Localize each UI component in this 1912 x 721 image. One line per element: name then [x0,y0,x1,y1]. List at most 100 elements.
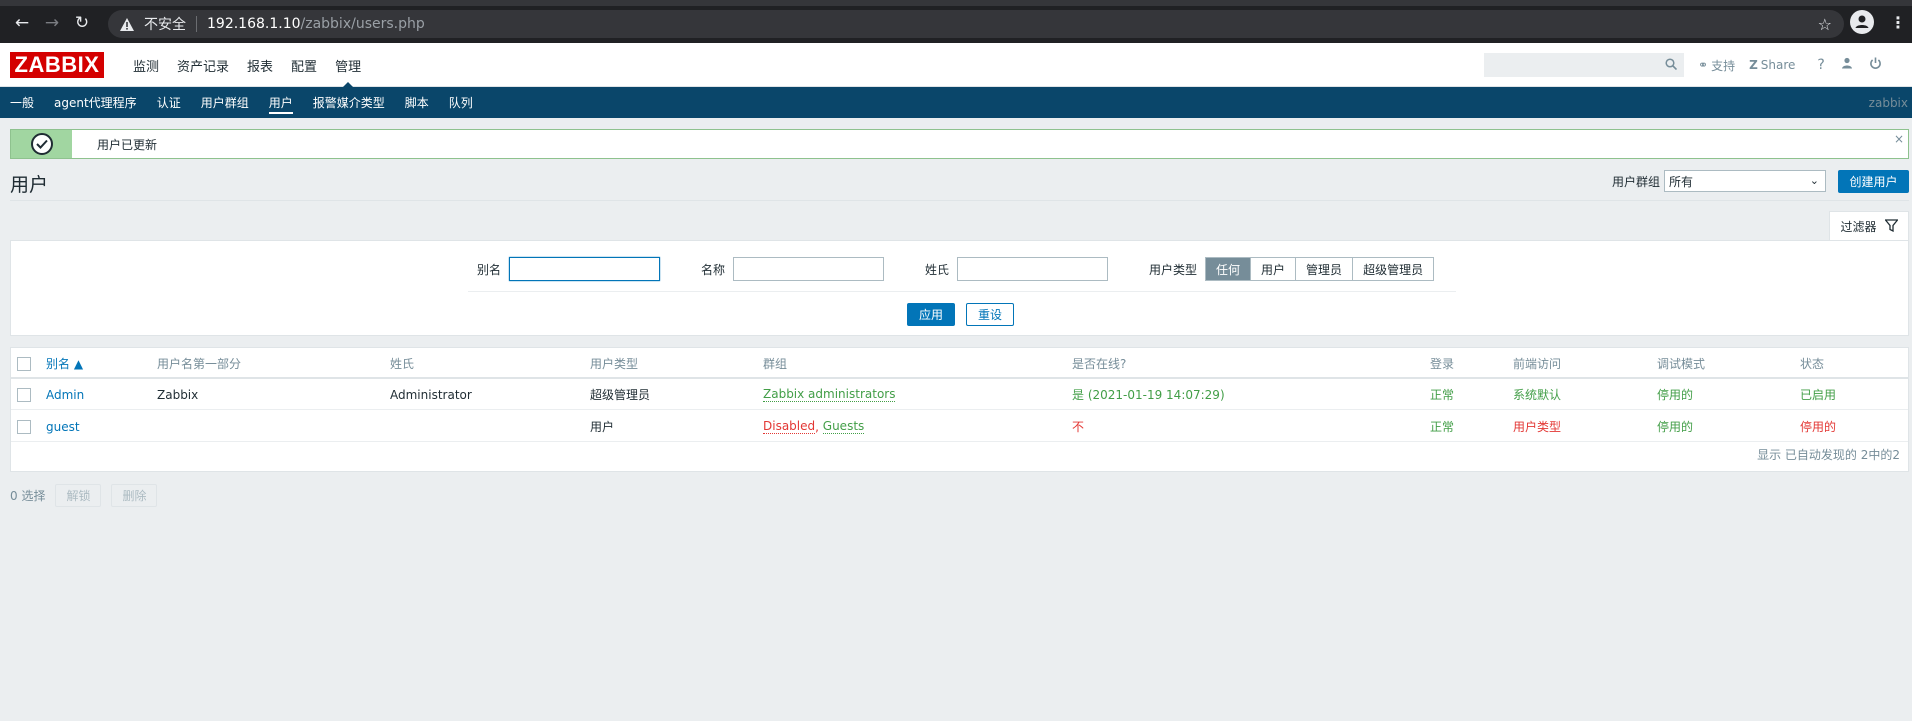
surname-input[interactable] [957,257,1109,281]
close-icon[interactable]: × [1894,132,1904,146]
profile-icon[interactable] [1850,10,1874,34]
user-type-super-admin[interactable]: 超级管理员 [1352,258,1434,280]
forward-icon[interactable]: → [38,9,66,37]
debug-mode[interactable]: 停用的 [1657,411,1693,442]
login-status: 正常 [1430,420,1455,434]
delete-button[interactable]: 删除 [111,484,158,507]
group-link: Zabbix administrators [763,379,896,410]
support-link[interactable]: ⚭ 支持 [1698,57,1735,74]
divider [10,200,1909,201]
address-bar[interactable]: 不安全 192.168.1.10/zabbix/users.php ☆ [108,10,1844,38]
back-icon[interactable]: ← [8,9,36,37]
security-label: 不安全 [144,17,186,33]
subnav-user-groups[interactable]: 用户群组 [191,87,259,118]
filter-tab[interactable]: 过滤器 [1829,211,1909,241]
user-name: Zabbix [157,387,199,402]
subnav-users[interactable]: 用户 [259,87,303,118]
online-status: 不 [1072,420,1085,434]
share-link[interactable]: Z Share [1749,58,1795,72]
row-select-cell [17,379,31,410]
user-group-label: 用户群组 [1612,174,1661,189]
group-link[interactable]: Disabled [763,419,816,434]
browser-toolbar: ← → ↻ 不安全 192.168.1.10/zabbix/users.php … [0,8,1912,38]
table-header: 别名 ▲ 用户名第一部分 姓氏 用户类型 群组 是否在线? 登录 前端访问 调试… [11,348,1908,379]
apply-button[interactable]: 应用 [907,303,955,326]
col-name[interactable]: 用户名第一部分 [157,348,241,379]
page-title: 用户 [10,174,49,196]
name-label: 名称 [701,262,726,277]
unblock-button[interactable]: 解锁 [55,484,102,507]
browser-right-controls: ⋮ [1850,10,1912,34]
col-status: 状态 [1800,357,1825,371]
support-label: 支持 [1711,58,1736,73]
divider [468,291,1456,292]
col-surname[interactable]: 姓氏 [390,348,414,379]
col-debug: 调试模式 [1657,357,1706,371]
user-type-any[interactable]: 任何 [1206,258,1251,280]
message-text: 用户已更新 [97,137,158,152]
create-user-button[interactable]: 创建用户 [1838,170,1909,193]
user-group-filter: 用户群组 所有 ⌄ [1612,170,1827,192]
user-type-label: 用户类型 [1149,262,1198,277]
menu-configuration[interactable]: 配置 [282,43,326,87]
subnav-queue[interactable]: 队列 [439,87,483,118]
warning-icon [120,17,136,31]
browser-menu-icon[interactable]: ⋮ [1888,13,1908,32]
menu-reports[interactable]: 报表 [238,43,282,87]
reload-icon[interactable]: ↻ [68,9,96,37]
users-table: 别名 ▲ 用户名第一部分 姓氏 用户类型 群组 是否在线? 登录 前端访问 调试… [10,347,1909,472]
surname-filter: 姓氏 [925,257,1109,281]
table-row: Admin Zabbix Administrator 超级管理员 Zabbix … [11,379,1908,410]
user-type: 用户 [590,420,615,434]
user-status[interactable]: 停用的 [1800,411,1836,442]
zabbix-logo[interactable]: ZABBIX [10,52,104,78]
menu-inventory[interactable]: 资产记录 [168,43,238,87]
col-groups: 群组 [763,357,788,371]
row-checkbox[interactable] [17,419,31,434]
online-status: 是 (2021-01-19 14:07:29) [1072,388,1225,402]
subnav-general[interactable]: 一般 [0,87,44,118]
help-icon[interactable]: ? [1817,57,1824,73]
row-checkbox[interactable] [17,387,31,402]
name-filter: 名称 [701,257,885,281]
user-group-select[interactable]: 所有 ⌄ [1664,170,1827,192]
subnav-scripts[interactable]: 脚本 [395,87,439,118]
menu-monitoring[interactable]: 监测 [124,43,168,87]
frontend-access[interactable]: 系统默认 [1513,379,1561,410]
headset-icon: ⚭ [1698,58,1709,72]
global-search-input[interactable] [1484,53,1684,77]
alias-input[interactable] [509,257,661,281]
chevron-down-icon: ⌄ [1809,174,1820,187]
user-type-admin[interactable]: 管理员 [1295,258,1353,280]
subnav-media-types[interactable]: 报警媒介类型 [303,87,395,118]
search-icon[interactable] [1665,58,1678,73]
user-status[interactable]: 已启用 [1800,379,1836,410]
bookmark-star-icon[interactable]: ☆ [1818,15,1832,34]
name-input[interactable] [733,257,885,281]
group-link[interactable]: Zabbix administrators [763,387,896,402]
check-icon [30,133,53,155]
main-menu: 监测 资产记录 报表 配置 管理 [124,43,370,88]
user-profile-icon[interactable] [1841,57,1853,73]
power-icon[interactable] [1869,57,1882,74]
subnav-proxies[interactable]: agent代理程序 [44,87,147,118]
frontend-access[interactable]: 用户类型 [1513,411,1561,442]
groups-cell: Disabled, Guests [763,411,865,442]
filter-tab-label: 过滤器 [1840,220,1877,234]
user-type: 超级管理员 [590,388,651,402]
success-icon-box [11,130,72,158]
user-type-user[interactable]: 用户 [1250,258,1296,280]
group-separator: , [815,419,823,434]
row-select-cell [17,411,31,442]
menu-administration[interactable]: 管理 [326,43,370,88]
reset-button[interactable]: 重设 [966,303,1014,326]
user-alias-link[interactable]: guest [46,411,80,442]
col-alias[interactable]: 别名 ▲ [46,348,83,379]
user-alias-link[interactable]: Admin [46,379,84,410]
server-name: zabbix [1868,95,1908,110]
group-link[interactable]: Guests [822,419,865,434]
debug-mode[interactable]: 停用的 [1657,379,1693,410]
col-user-type[interactable]: 用户类型 [590,348,638,379]
select-all-checkbox[interactable] [17,356,31,371]
subnav-authentication[interactable]: 认证 [147,87,191,118]
